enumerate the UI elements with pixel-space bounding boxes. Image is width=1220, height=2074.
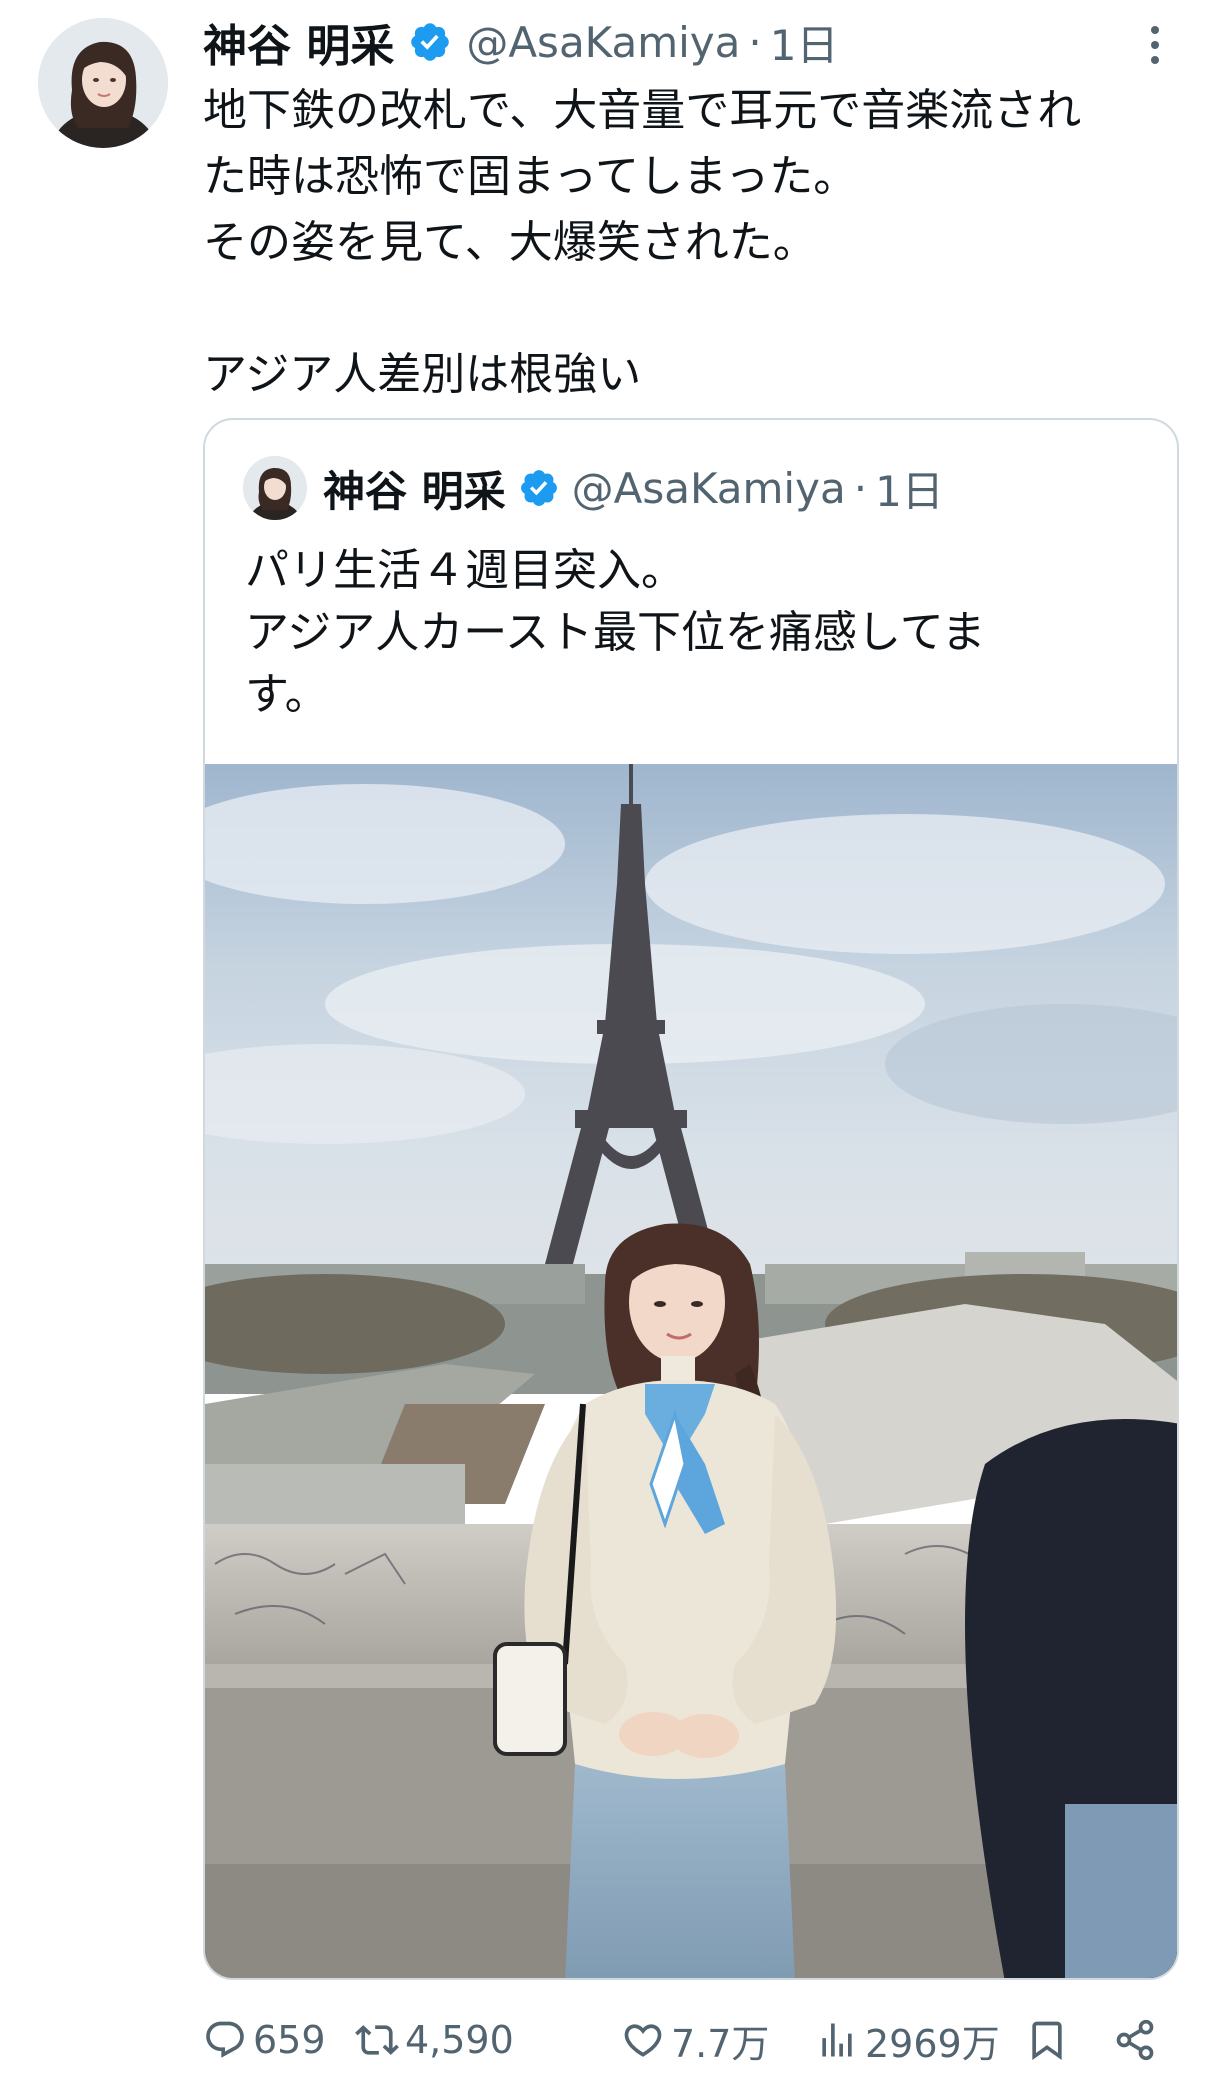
more-vertical-icon[interactable] (1140, 20, 1170, 70)
quoted-text-line: アジア人カースト最下位を痛感してま (245, 607, 986, 658)
quoted-tweet-timestamp: 1日 (875, 466, 944, 516)
quoted-avatar-image (243, 456, 307, 520)
views-count: 2969万 (865, 2021, 1000, 2066)
reply-icon (206, 2021, 244, 2058)
quoted-text-line: す。 (245, 669, 329, 720)
views-button[interactable]: 2969万 (815, 2010, 1000, 2070)
bookmark-icon (1032, 2021, 1062, 2061)
tweet-header: 神谷 明采 @AsaKamiya · 1日 (203, 10, 839, 74)
reply-count: 659 (253, 2018, 326, 2062)
author-display-name[interactable]: 神谷 明采 (203, 10, 394, 74)
quoted-author-display-name: 神谷 明采 (323, 466, 506, 516)
share-button[interactable] (1113, 2010, 1157, 2070)
views-chart-icon (822, 2023, 852, 2057)
avatar-image (38, 18, 168, 148)
quoted-tweet-card[interactable]: 神谷 明采 @AsaKamiya · 1日 パリ生活４週目突入。 アジア人カース… (203, 418, 1179, 1980)
retweet-icon (355, 2025, 399, 2055)
tweet[interactable]: 神谷 明采 @AsaKamiya · 1日 地下鉄の改札で、大音量で耳元で音楽流… (0, 0, 1220, 2074)
like-button[interactable]: 7.7万 (621, 2010, 769, 2070)
retweet-button[interactable]: 4,590 (355, 2010, 514, 2070)
tweet-text-line: 地下鉄の改札で、大音量で耳元で音楽流され (203, 85, 1082, 136)
tweet-text-line: その姿を見て、大爆笑された。 (203, 217, 817, 268)
author-handle[interactable]: @AsaKamiya (466, 18, 740, 67)
quoted-tweet-photo[interactable] (205, 764, 1177, 1978)
heart-icon (624, 2024, 662, 2057)
eiffel-tower-photo (205, 764, 1177, 1978)
quoted-header-separator: · (853, 463, 868, 513)
tweet-action-bar: 659 4,590 7.7万 2969万 (203, 2010, 1183, 2070)
header-separator: · (748, 17, 762, 67)
quoted-tweet-text: パリ生活４週目突入。 アジア人カースト最下位を痛感してま す。 (245, 540, 1145, 726)
share-icon (1116, 2019, 1154, 2061)
quoted-author-handle: @AsaKamiya (571, 463, 846, 513)
verified-badge-icon (520, 470, 557, 506)
bookmark-button[interactable] (1025, 2010, 1069, 2070)
quoted-tweet-header: 神谷 明采 @AsaKamiya · 1日 (323, 456, 944, 520)
quoted-author-avatar (243, 456, 307, 520)
like-count: 7.7万 (671, 2021, 770, 2066)
tweet-text-line: た時は恐怖で固まってしまった。 (203, 151, 858, 202)
verified-badge-icon[interactable] (408, 20, 452, 64)
tweet-text: 地下鉄の改札で、大音量で耳元で音楽流され た時は恐怖で固まってしまった。 その姿… (203, 78, 1183, 408)
retweet-count: 4,590 (405, 2018, 514, 2062)
tweet-text-line: アジア人差別は根強い (203, 349, 642, 400)
reply-button[interactable]: 659 (203, 2010, 326, 2070)
tweet-timestamp[interactable]: 1日 (770, 12, 839, 73)
author-avatar[interactable] (38, 18, 168, 148)
tweet-text-blank-line (203, 276, 1183, 342)
quoted-text-line: パリ生活４週目突入。 (245, 545, 685, 596)
